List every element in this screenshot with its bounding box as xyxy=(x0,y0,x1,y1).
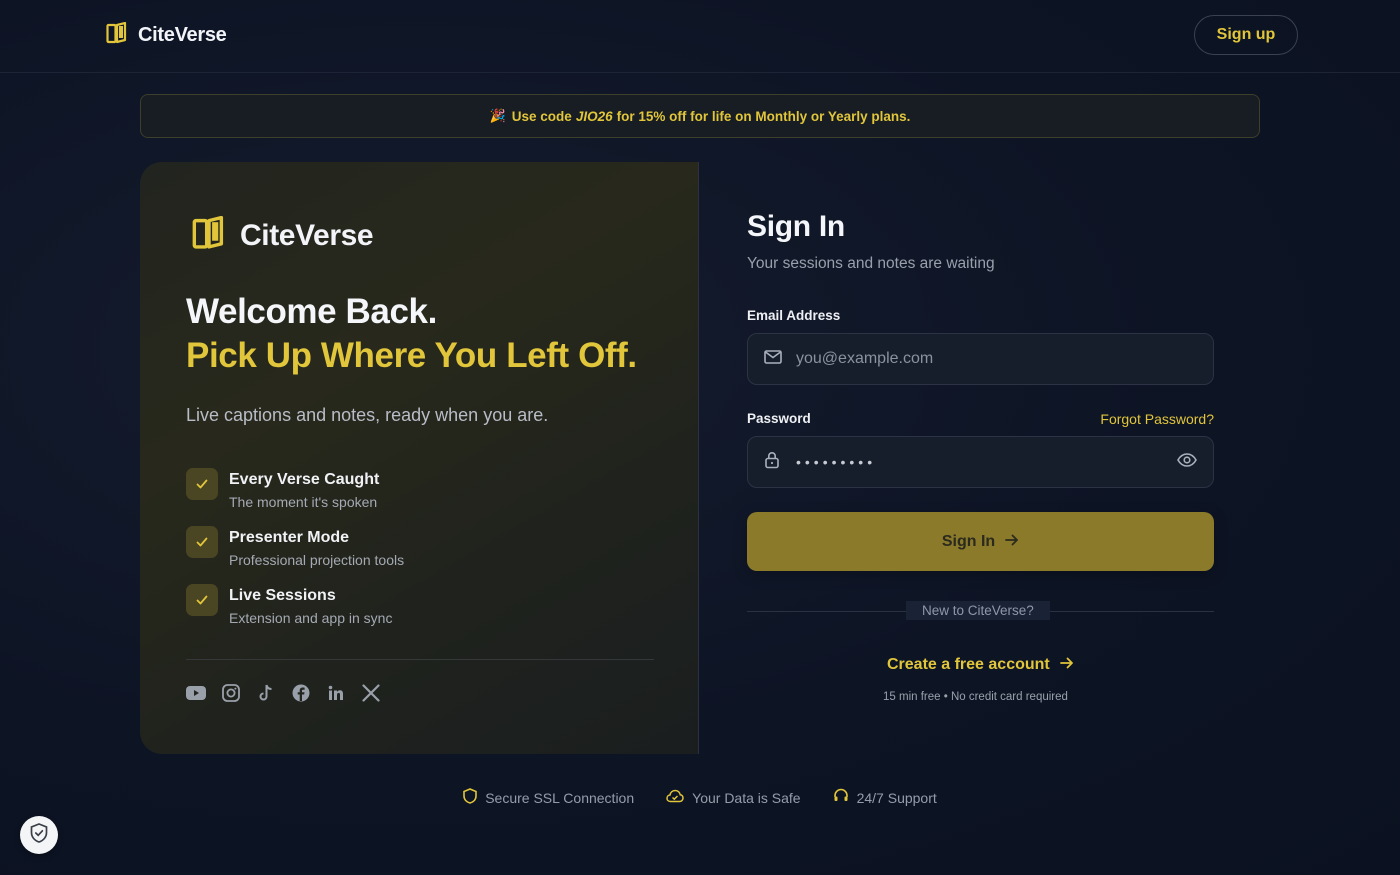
signup-button[interactable]: Sign up xyxy=(1194,15,1298,55)
panel-brand-name: CiteVerse xyxy=(240,218,374,252)
brand-name: CiteVerse xyxy=(138,24,227,46)
password-label: Password xyxy=(747,411,811,426)
x-icon[interactable] xyxy=(361,682,381,704)
youtube-icon[interactable] xyxy=(186,682,206,704)
linkedin-icon[interactable] xyxy=(326,682,346,704)
password-field[interactable]: ••••••••• xyxy=(747,436,1214,488)
feature-title: Live Sessions xyxy=(229,587,336,604)
panel-divider xyxy=(186,659,654,660)
arrow-right-icon xyxy=(1059,656,1074,674)
divider-label: New to CiteVerse? xyxy=(906,601,1050,620)
welcome-accent-heading: Pick Up Where You Left Off. xyxy=(186,336,637,375)
cloud-check-icon xyxy=(666,789,684,806)
create-account-link[interactable]: Create a free account xyxy=(887,656,1074,674)
headset-icon xyxy=(833,788,849,807)
signin-title: Sign In xyxy=(747,210,845,243)
trust-footer: Secure SSL Connection Your Data is Safe … xyxy=(0,788,1400,807)
check-icon xyxy=(186,468,218,500)
panel-brand: CiteVerse xyxy=(192,215,374,255)
check-icon xyxy=(186,526,218,558)
tiktok-icon[interactable] xyxy=(256,682,276,704)
feature-title: Every Verse Caught xyxy=(229,471,380,488)
social-links xyxy=(186,682,381,704)
signin-button-label: Sign In xyxy=(941,532,996,550)
feature-item: Every Verse Caught The moment it's spoke… xyxy=(186,468,546,512)
book-logo-icon xyxy=(192,215,226,255)
instagram-icon[interactable] xyxy=(221,682,241,704)
feature-desc: Extension and app in sync xyxy=(229,610,393,626)
welcome-heading: Welcome Back. xyxy=(186,292,437,331)
signin-card: CiteVerse Welcome Back. Pick Up Where Yo… xyxy=(140,162,1260,754)
feature-item: Live Sessions Extension and app in sync xyxy=(186,584,546,628)
feature-item: Presenter Mode Professional projection t… xyxy=(186,526,546,570)
free-trial-note: 15 min free • No credit card required xyxy=(883,691,1068,703)
shield-check-icon xyxy=(30,822,48,848)
footer-label: Secure SSL Connection xyxy=(485,789,635,806)
shield-icon xyxy=(463,788,478,807)
password-value: ••••••••• xyxy=(796,454,877,470)
feature-desc: The moment it's spoken xyxy=(229,494,378,510)
arrow-right-icon xyxy=(1005,533,1019,551)
create-account-label: Create a free account xyxy=(887,656,1050,673)
welcome-subtitle: Live captions and notes, ready when you … xyxy=(186,405,549,425)
promo-suffix: for 15% off for life on Monthly or Yearl… xyxy=(616,108,911,124)
signin-subtitle: Your sessions and notes are waiting xyxy=(747,255,995,272)
signin-form-panel: Sign In Your sessions and notes are wait… xyxy=(699,162,1260,754)
feature-title: Presenter Mode xyxy=(229,529,350,546)
brand-logo[interactable]: CiteVerse xyxy=(106,21,227,49)
signin-button[interactable]: Sign In xyxy=(747,512,1214,571)
welcome-panel: CiteVerse Welcome Back. Pick Up Where Yo… xyxy=(140,162,699,754)
top-navbar: CiteVerse Sign up xyxy=(0,0,1400,73)
email-label: Email Address xyxy=(747,308,841,323)
promo-prefix: Use code xyxy=(511,108,572,124)
feature-desc: Professional projection tools xyxy=(229,552,405,568)
footer-label: 24/7 Support xyxy=(856,789,937,806)
privacy-shield-button[interactable] xyxy=(20,816,58,854)
party-popper-icon: 🎉 xyxy=(489,108,506,123)
facebook-icon[interactable] xyxy=(291,682,311,704)
promo-banner: 🎉 Use code JIO26 for 15% off for life on… xyxy=(140,94,1260,138)
mail-icon xyxy=(764,349,782,369)
email-field[interactable]: you@example.com xyxy=(747,333,1214,385)
eye-icon[interactable] xyxy=(1177,453,1197,472)
lock-icon xyxy=(764,451,780,474)
forgot-password-link[interactable]: Forgot Password? xyxy=(1100,411,1214,427)
promo-code: JIO26 xyxy=(575,108,613,124)
footer-item-support: 24/7 Support xyxy=(833,788,937,807)
footer-item-ssl: Secure SSL Connection xyxy=(463,788,634,807)
check-icon xyxy=(186,584,218,616)
footer-label: Your Data is Safe xyxy=(692,789,801,806)
email-placeholder: you@example.com xyxy=(796,350,934,367)
book-logo-icon xyxy=(106,21,128,49)
footer-item-data: Your Data is Safe xyxy=(666,788,801,807)
